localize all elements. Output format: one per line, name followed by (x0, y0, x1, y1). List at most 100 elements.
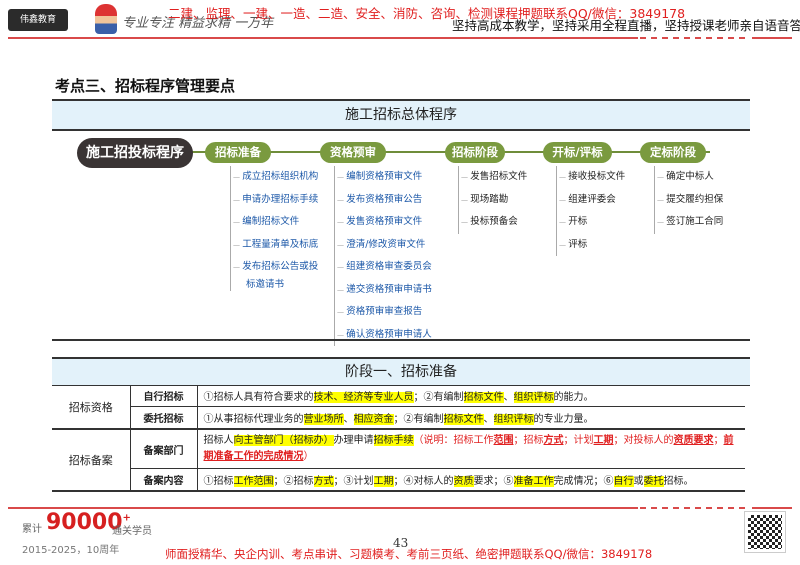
stage-item: 资格预审审查报告 (337, 301, 432, 324)
row-label: 委托招标 (130, 406, 198, 430)
text-segment: 招标手续 (373, 435, 414, 446)
anniversary-text: 2015-2025，10周年 (22, 545, 120, 556)
text-segment: ； (713, 435, 724, 446)
row-content: ①从事招标代理业务的营业场所、相应资金；②有编制招标文件、组织评标的专业力量。 (197, 406, 745, 430)
text-segment: 、 (483, 414, 494, 425)
stage-item: 现场踏勘 (461, 189, 527, 212)
row-content: ①招标工作范围；②招标方式；③计划工期；④对标人的资质要求；⑤准备工作完成情况；… (197, 468, 745, 492)
stage-pill: 资格预审 (320, 142, 386, 163)
stage-pill: 定标阶段 (640, 142, 706, 163)
header-divider-dashed (640, 37, 750, 39)
row-label: 自行招标 (130, 385, 198, 407)
text-segment: 方式 (543, 435, 564, 446)
qr-code (744, 511, 786, 553)
footer-divider (8, 507, 638, 509)
stage-item: 签订施工合同 (657, 211, 723, 234)
text-segment: ；④对标人的 (393, 476, 454, 487)
stage-item: 编制资格预审文件 (337, 166, 432, 189)
stage-item: 接收投标文件 (559, 166, 625, 189)
stage-item: 发售资格预审文件 (337, 211, 432, 234)
stage-item: 投标预备会 (461, 211, 527, 234)
stage-item: 澄清/修改资审文件 (337, 234, 432, 257)
stage-item: 编制招标文件 (233, 211, 318, 234)
table-row: 招标备案 备案部门 招标人向主管部门（招标办）办理申请招标手续（说明：招标工作范围；… (52, 429, 745, 492)
stage-item-list: 接收投标文件组建评委会开标评标 (556, 166, 625, 256)
section2-heading: 阶段一、招标准备 (52, 357, 750, 386)
row-label: 备案部门 (130, 429, 198, 469)
table-row: 委托招标 ①从事招标代理业务的营业场所、相应资金；②有编制招标文件、组织评标的专业… (52, 406, 745, 430)
text-segment: ；③计划 (333, 476, 374, 487)
text-segment: ；招标 (513, 435, 544, 446)
stage-item: 确认资格预审申请人 (337, 324, 432, 347)
text-segment: 招标文件 (443, 414, 484, 425)
page-title: 考点三、招标程序管理要点 (55, 77, 236, 95)
group-cell: 招标资格 (52, 385, 131, 430)
stage-item-list: 确定中标人提交履约担保签订施工合同 (654, 166, 723, 234)
header-divider (752, 37, 792, 39)
text-segment: 工期 (593, 435, 614, 446)
text-segment: 向主管部门（招标办） (233, 435, 334, 446)
text-segment: 组织评标 (513, 392, 554, 403)
text-segment: ①招标人具有符合要求的 (203, 392, 314, 403)
text-segment: 组织评标 (493, 414, 534, 425)
text-segment: ①从事招标代理业务的 (203, 414, 304, 425)
text-segment: 的能力。 (553, 392, 594, 403)
prep-table: 招标资格 自行招标 ①招标人具有符合要求的技术、经济等专业人员；②有编制招标文件、组… (52, 385, 745, 492)
row-content: ①招标人具有符合要求的技术、经济等专业人员；②有编制招标文件、组织评标的能力。 (197, 385, 745, 407)
stage-item: 确定中标人 (657, 166, 723, 189)
students-suffix: 通关学员 (112, 526, 152, 537)
header-tagline: 坚持高成本教学，坚持采用全程直播，坚持授课老师亲自语音答疑 (452, 18, 800, 33)
stage-pill: 招标准备 (205, 142, 271, 163)
stage-pill: 招标阶段 (445, 142, 505, 163)
stage-item: 提交履约担保 (657, 189, 723, 212)
text-segment: ；对投标人的 (613, 435, 674, 446)
text-segment: 资质要求 (673, 435, 714, 446)
row-label: 备案内容 (130, 468, 198, 492)
stage-item: 组建资格审查委员会 (337, 256, 432, 279)
text-segment: ；计划 (563, 435, 594, 446)
stage-item: 递交资格预审申请书 (337, 279, 432, 302)
stage-item: 发售招标文件 (461, 166, 527, 189)
main-process-pill: 施工招投标程序 (77, 138, 193, 168)
text-segment: ） (303, 451, 314, 462)
text-segment: ；②有编制 (413, 392, 464, 403)
text-segment: 的专业力量。 (533, 414, 594, 425)
stage-item: 工程量清单及标底 (233, 234, 318, 257)
table-row: 招标资格 自行招标 ①招标人具有符合要求的技术、经济等专业人员；②有编制招标文件、组… (52, 385, 745, 430)
text-segment: 、 (343, 414, 354, 425)
stage-item: 发布招标公告或投 (233, 256, 318, 279)
mascot-image (95, 4, 117, 34)
text-segment: （说明：招标工作 (413, 435, 494, 446)
group-cell: 招标备案 (52, 429, 131, 492)
text-segment: 自行 (613, 476, 634, 487)
stage-item-list: 编制资格预审文件发布资格预审公告发售资格预审文件澄清/修改资审文件组建资格审查委… (334, 166, 432, 346)
text-segment: 招标。 (663, 476, 694, 487)
text-segment: 或 (633, 476, 644, 487)
text-segment: 工作范围 (233, 476, 274, 487)
text-segment: 方式 (313, 476, 334, 487)
stage-item: 发布资格预审公告 (337, 189, 432, 212)
text-segment: 办理申请 (333, 435, 374, 446)
footer-divider (752, 507, 792, 509)
text-segment: 营业场所 (303, 414, 344, 425)
text-segment: 工期 (373, 476, 394, 487)
row-content: 招标人向主管部门（招标办）办理申请招标手续（说明：招标工作范围；招标方式；计划工… (197, 429, 745, 469)
text-segment: 要求；⑤ (473, 476, 514, 487)
text-segment: 准备工作 (513, 476, 554, 487)
footer-divider-dashed (640, 507, 750, 509)
footer-promo: 师面授精华、央企内训、考点串讲、习题模考、考前三页纸、绝密押题联系QQ/微信：3… (165, 547, 653, 561)
stage-item: 标邀请书 (246, 278, 285, 290)
text-segment: 资质 (453, 476, 474, 487)
stage-item: 评标 (559, 234, 625, 257)
text-segment: ①招标 (203, 476, 234, 487)
section1-bottom-rule (52, 339, 750, 341)
text-segment: 相应资金 (353, 414, 394, 425)
text-segment: 、 (503, 392, 514, 403)
brand-logo: 伟鑫教育 (8, 9, 68, 31)
section1-heading: 施工招标总体程序 (52, 99, 750, 131)
stage-item: 组建评委会 (559, 189, 625, 212)
stage-item: 申请办理招标手续 (233, 189, 318, 212)
header-divider (8, 37, 638, 39)
stage-item-list: 发售招标文件现场踏勘投标预备会 (458, 166, 527, 234)
students-label: 累计 (22, 524, 42, 535)
